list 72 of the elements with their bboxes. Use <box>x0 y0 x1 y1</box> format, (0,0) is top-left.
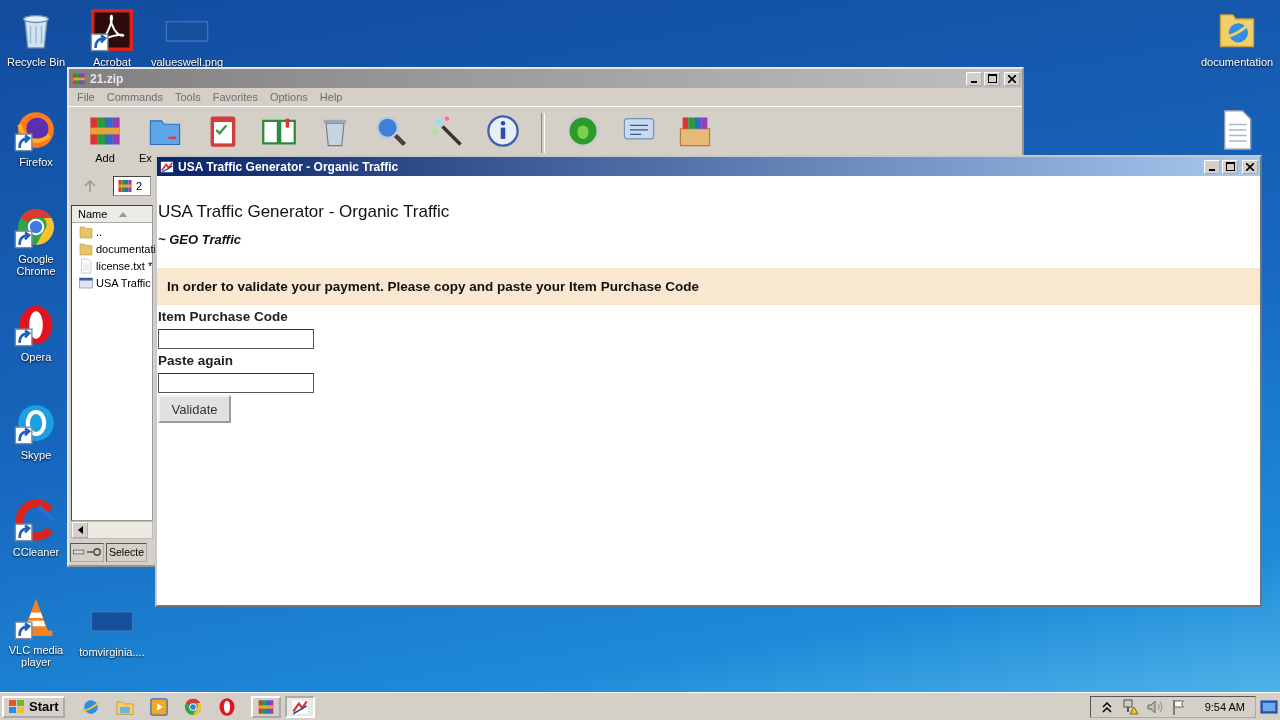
maximize-button[interactable] <box>1222 159 1238 174</box>
chart-icon <box>290 697 309 716</box>
path-field[interactable]: 2 <box>113 176 151 196</box>
show-desktop-icon[interactable] <box>1260 698 1278 715</box>
books-icon <box>256 697 275 716</box>
close-icon <box>1008 74 1016 83</box>
notice-banner: In order to validate your payment. Please copy and paste your Item Purchase Code <box>157 268 1260 305</box>
input-field[interactable] <box>158 329 314 349</box>
folder-icon <box>78 240 94 257</box>
network-icon[interactable] <box>1122 698 1139 715</box>
desktop-icon-label: CCleaner <box>12 546 60 558</box>
desktop-icon-label: Firefox <box>19 156 53 168</box>
column-header[interactable]: Name <box>72 206 152 223</box>
books-icon <box>117 178 133 194</box>
desktop-icon-label: Skype <box>20 449 52 461</box>
books-icon <box>71 71 87 86</box>
sort-arrow-icon <box>119 211 128 217</box>
windows-flag-icon <box>8 698 26 715</box>
menu-item[interactable]: Options <box>263 91 314 103</box>
key-icon <box>87 548 101 556</box>
file-name[interactable]: USA Traffic <box>96 276 151 289</box>
toolbar-label[interactable]: Add <box>95 152 115 164</box>
document-app-icon[interactable] <box>90 8 134 52</box>
taskbar-button[interactable] <box>250 695 281 718</box>
desktop-icon-label: Recycle Bin <box>6 56 66 68</box>
minimize-button[interactable] <box>1204 159 1220 174</box>
maximize-icon <box>1225 162 1235 171</box>
taskbar-button[interactable] <box>284 695 315 718</box>
field-label: Paste again <box>158 353 234 368</box>
input-field[interactable] <box>158 373 314 393</box>
text-file-icon <box>78 257 94 274</box>
window-title: USA Traffic Generator - Organic Traffic <box>178 159 400 174</box>
desktop-icon-label: documentation <box>1201 56 1273 68</box>
desktop-icon-label: VLC media player <box>7 644 65 668</box>
close-icon <box>1246 162 1254 171</box>
close-button[interactable] <box>1242 159 1258 174</box>
clock[interactable]: 9:54 AM <box>1204 700 1245 713</box>
minimize-icon <box>1209 168 1215 171</box>
search-icon[interactable] <box>373 113 409 149</box>
file-name[interactable]: documentati <box>96 242 156 255</box>
desktop-icon-label: tomvirginia.... <box>79 646 145 658</box>
desktop-icon-label: Google Chrome <box>15 253 57 277</box>
scroll-left-button[interactable] <box>72 522 88 538</box>
validate-button[interactable]: Validate <box>158 395 231 423</box>
chart-icon <box>159 159 175 174</box>
field-label: Item Purchase Code <box>158 309 288 324</box>
start-button[interactable]: Start <box>2 695 65 718</box>
play-icon[interactable] <box>148 696 169 717</box>
flag-icon[interactable] <box>1170 698 1187 715</box>
menu-item[interactable]: Commands <box>100 91 169 103</box>
file-name[interactable]: .. <box>96 225 103 238</box>
window-icon <box>78 274 94 291</box>
desktop-icon-label: Acrobat <box>93 56 131 68</box>
speaker-icon[interactable] <box>1146 698 1163 715</box>
window-title: 21.zip <box>90 71 125 86</box>
info-icon[interactable] <box>485 113 521 149</box>
status-text: Selecte <box>106 542 148 562</box>
desktop-icon-label: Opera <box>20 351 52 363</box>
minimize-icon <box>971 80 977 83</box>
menu-item[interactable]: Favorites <box>206 91 264 103</box>
file-name[interactable]: license.txt * <box>96 259 153 272</box>
scrollbar[interactable] <box>71 521 153 539</box>
menu-item[interactable]: Tools <box>169 91 207 103</box>
page-subheading: ~ GEO Traffic <box>158 232 241 247</box>
left-arrow-icon <box>77 526 83 534</box>
desktop-icon-label: valueswell.png <box>151 56 223 68</box>
up-arrow-icon <box>84 180 96 192</box>
maximize-icon <box>987 74 997 83</box>
drive-icon <box>73 549 85 555</box>
toolbar-label[interactable]: Ex <box>139 152 152 164</box>
folder-icon <box>78 223 94 240</box>
page-heading: USA Traffic Generator - Organic Traffic <box>158 202 450 222</box>
